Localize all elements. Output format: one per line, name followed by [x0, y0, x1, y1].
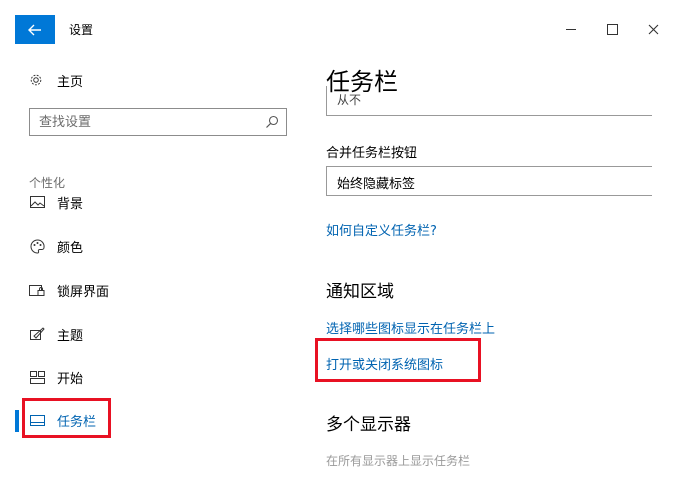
sidebar-item-label: 主题 — [57, 328, 84, 344]
back-button[interactable] — [15, 15, 55, 44]
multiple-displays-heading: 多个显示器 — [326, 415, 411, 435]
sidebar-item-start[interactable]: 开始 — [0, 363, 300, 391]
picture-icon — [29, 194, 45, 210]
search-input[interactable] — [30, 109, 269, 135]
sidebar-item-label: 锁屏界面 — [57, 284, 110, 300]
app-title: 设置 — [69, 23, 94, 37]
close-icon — [648, 24, 658, 34]
sidebar: 主页 个性化 背景 — [0, 56, 300, 477]
taskbar-dropdown-partial[interactable]: 从不 — [326, 86, 652, 116]
search-icon — [266, 115, 279, 128]
select-taskbar-icons-link[interactable]: 选择哪些图标显示在任务栏上 — [326, 318, 495, 337]
close-button[interactable] — [641, 17, 665, 41]
sidebar-item-lock-screen[interactable]: 锁屏界面 — [0, 276, 300, 304]
sidebar-item-colors[interactable]: 颜色 — [0, 232, 300, 260]
sidebar-item-home[interactable]: 主页 — [29, 70, 83, 90]
main-panel: 任务栏 从不 合并任务栏按钮 始终隐藏标签 如何自定义任务栏? 通知区域 选择哪… — [300, 56, 673, 477]
highlight-box-system-icons — [315, 338, 481, 382]
notification-area-heading: 通知区域 — [326, 282, 394, 302]
sidebar-item-label: 背景 — [57, 196, 84, 212]
dropdown-value: 从不 — [337, 93, 362, 107]
highlight-box-taskbar — [22, 398, 111, 438]
sidebar-item-background[interactable]: 背景 — [0, 188, 300, 216]
maximize-icon — [606, 23, 618, 35]
customize-taskbar-link[interactable]: 如何自定义任务栏? — [326, 220, 437, 239]
combine-buttons-dropdown[interactable]: 始终隐藏标签 — [326, 166, 652, 196]
settings-window: 设置 主页 个性化 — [0, 0, 673, 477]
sidebar-item-label: 开始 — [57, 371, 84, 387]
title-bar: 设置 — [0, 0, 673, 56]
gear-icon — [30, 74, 42, 86]
dropdown-value: 始终隐藏标签 — [337, 177, 416, 192]
sidebar-item-themes[interactable]: 主题 — [0, 320, 300, 348]
palette-icon — [29, 238, 45, 254]
combine-buttons-label: 合并任务栏按钮 — [326, 146, 418, 161]
maximize-button[interactable] — [600, 17, 624, 41]
sidebar-home-label: 主页 — [57, 74, 84, 90]
show-taskbar-all-displays-label: 在所有显示器上显示任务栏 — [326, 454, 471, 468]
sidebar-item-label: 颜色 — [57, 240, 84, 256]
active-indicator — [15, 410, 19, 432]
minimize-button[interactable] — [559, 17, 583, 41]
search-box[interactable] — [29, 108, 287, 136]
minimize-icon — [566, 28, 576, 30]
start-menu-icon — [29, 369, 45, 385]
arrow-left-icon — [28, 24, 41, 35]
theme-brush-icon — [29, 326, 45, 342]
lock-screen-icon — [29, 282, 45, 298]
